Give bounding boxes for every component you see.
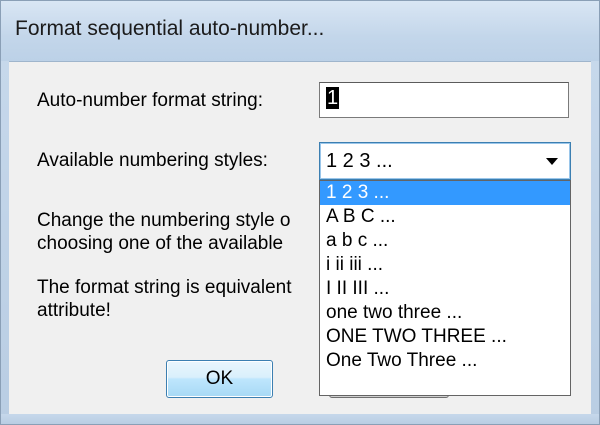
dropdown-option[interactable]: a b c ... <box>320 229 570 253</box>
info-line: choosing one of the available <box>37 233 284 254</box>
info-line: The format string is equivalent <box>37 277 292 298</box>
numbering-styles-label: Available numbering styles: <box>37 150 268 171</box>
numbering-styles-select[interactable]: 1 2 3 ... <box>319 142 571 180</box>
dropdown-option[interactable]: One Two Three ... <box>320 349 570 373</box>
ok-button[interactable]: OK <box>166 360 273 398</box>
dropdown-option[interactable]: ONE TWO THREE ... <box>320 325 570 349</box>
format-string-label: Auto-number format string: <box>37 90 263 111</box>
format-string-value: 1 <box>326 87 340 109</box>
info-paragraph-2: The format string is equivalent attribut… <box>37 276 292 322</box>
info-line: attribute! <box>37 300 111 321</box>
dialog-window: Format sequential auto-number... Auto-nu… <box>0 0 600 425</box>
dialog-body: Auto-number format string: 1 Available n… <box>9 62 591 414</box>
dropdown-option[interactable]: i ii iii ... <box>320 253 570 277</box>
chevron-down-icon[interactable] <box>546 158 558 165</box>
window-title: Format sequential auto-number... <box>15 17 325 40</box>
numbering-styles-dropdown[interactable]: 1 2 3 ... A B C ... a b c ... i ii iii .… <box>319 180 571 396</box>
format-string-input[interactable]: 1 <box>319 82 569 118</box>
numbering-styles-selected: 1 2 3 ... <box>326 150 393 172</box>
title-bar[interactable]: Format sequential auto-number... <box>1 1 599 62</box>
window-frame-left <box>1 61 9 424</box>
dropdown-option[interactable]: I II III ... <box>320 277 570 301</box>
window-frame-right <box>591 61 599 424</box>
dropdown-option[interactable]: one two three ... <box>320 301 570 325</box>
window-frame-bottom <box>1 414 599 424</box>
dropdown-option[interactable]: 1 2 3 ... <box>320 181 570 205</box>
dropdown-option[interactable]: A B C ... <box>320 205 570 229</box>
info-line: Change the numbering style o <box>37 210 291 231</box>
info-paragraph-1: Change the numbering style o choosing on… <box>37 209 291 255</box>
